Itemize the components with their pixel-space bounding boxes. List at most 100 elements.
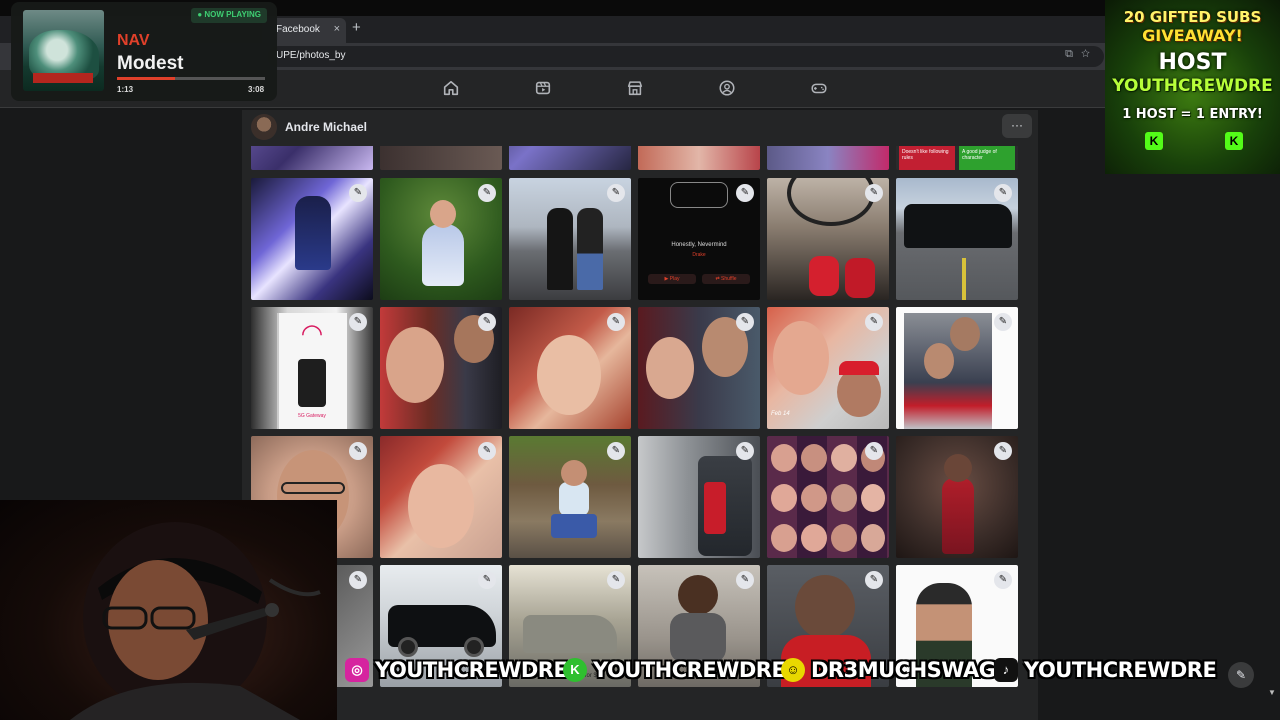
edit-photo-icon[interactable]: ✎ xyxy=(994,442,1012,460)
photo-thumbnail[interactable]: ✎ xyxy=(767,436,889,558)
edit-photo-icon[interactable]: ✎ xyxy=(607,313,625,331)
photo-thumbnail[interactable]: ✎ xyxy=(767,178,889,300)
track-elapsed: 1:13 xyxy=(117,85,134,94)
photo-thumbnail[interactable]: ✎ xyxy=(638,436,760,558)
kick-logo-icon: K xyxy=(1145,132,1163,150)
home-icon[interactable] xyxy=(442,79,462,99)
social-handle: YOUTHCREWDRE xyxy=(375,658,568,682)
url-text: UPE/photos_by xyxy=(276,50,346,61)
edit-photo-icon[interactable]: ✎ xyxy=(865,571,883,589)
giveaway-line-2: GIVEAWAY! xyxy=(1142,26,1243,45)
tab-title: Facebook xyxy=(276,24,320,35)
profile-name[interactable]: Andre Michael xyxy=(285,120,367,134)
instagram-icon: ◎ xyxy=(345,658,369,682)
song-title: Honestly, Nevermind xyxy=(671,242,727,248)
social-handle: YOUTHCREWDRE xyxy=(1024,658,1217,682)
edit-photo-icon[interactable]: ✎ xyxy=(736,571,754,589)
giveaway-line-4: YOUTHCREWDRE xyxy=(1112,76,1273,96)
marketplace-icon[interactable] xyxy=(626,79,646,99)
photo-thumbnail[interactable]: ✎ xyxy=(896,178,1018,300)
track-progress-fill xyxy=(117,77,175,80)
edit-photo-icon[interactable]: ✎ xyxy=(736,442,754,460)
gaming-icon[interactable] xyxy=(810,79,830,99)
photo-thumbnail[interactable]: ✎ xyxy=(638,307,760,429)
song-artist: Drake xyxy=(692,252,706,258)
photo-thumbnail[interactable]: ◠ 5G Gateway ✎ xyxy=(251,307,373,429)
bookmark-star-icon[interactable]: ☆ xyxy=(1081,48,1098,60)
photo-thumbnail[interactable] xyxy=(251,146,373,170)
giveaway-line-5: 1 HOST = 1 ENTRY! xyxy=(1122,107,1263,122)
photo-thumbnail[interactable] xyxy=(380,146,502,170)
tab-close-icon[interactable]: × xyxy=(334,23,340,35)
song-shuffle-label: ⇄ Shuffle xyxy=(702,274,750,284)
track-title: Modest xyxy=(117,53,184,74)
edit-photo-icon[interactable]: ✎ xyxy=(607,184,625,202)
photo-thumbnail[interactable]: ✎ xyxy=(509,436,631,558)
scroll-down-arrow-icon[interactable]: ▼ xyxy=(1268,688,1276,697)
url-input[interactable]: UPE/photos_by ⧉☆ xyxy=(268,46,1104,67)
photo-thumbnail[interactable]: ✎ xyxy=(380,178,502,300)
edit-photo-icon[interactable]: ✎ xyxy=(349,313,367,331)
edit-photo-icon[interactable]: ✎ xyxy=(478,571,496,589)
album-art xyxy=(23,10,104,91)
edit-photo-icon[interactable]: ✎ xyxy=(994,313,1012,331)
edit-photo-icon[interactable]: ✎ xyxy=(865,313,883,331)
photo-thumbnail[interactable] xyxy=(767,146,889,170)
edit-photo-icon[interactable]: ✎ xyxy=(349,442,367,460)
compose-message-button[interactable]: ✎ xyxy=(1228,662,1254,688)
photo-thumbnail[interactable]: ✎ xyxy=(896,436,1018,558)
webcam-overlay xyxy=(0,500,337,720)
edit-photo-icon[interactable]: ✎ xyxy=(736,184,754,202)
giveaway-banner: 20 GIFTED SUBS GIVEAWAY! HOST YOUTHCREWD… xyxy=(1105,0,1280,174)
photo-thumbnail[interactable] xyxy=(638,146,760,170)
edit-photo-icon[interactable]: ✎ xyxy=(736,313,754,331)
social-handle: DR3MUCHSWAG xyxy=(811,658,996,682)
groups-icon[interactable] xyxy=(718,79,738,99)
photo-thumbnail[interactable]: ✎ xyxy=(509,307,631,429)
track-duration: 3:08 xyxy=(248,85,265,94)
rules-left-label: Doesn't like following rules xyxy=(899,146,955,170)
track-artist: NAV xyxy=(117,32,150,49)
giveaway-line-3: HOST xyxy=(1158,50,1227,75)
new-tab-button[interactable]: + xyxy=(352,19,361,36)
kick-icon: K xyxy=(563,658,587,682)
photo-thumbnail[interactable]: Honestly, Nevermind Drake ▶ Play ⇄ Shuff… xyxy=(638,178,760,300)
edit-photo-icon[interactable]: ✎ xyxy=(349,184,367,202)
edit-photo-icon[interactable]: ✎ xyxy=(349,571,367,589)
photo-thumbnail[interactable]: Feb 14 ✎ xyxy=(767,307,889,429)
edit-photo-icon[interactable]: ✎ xyxy=(607,442,625,460)
photo-thumbnail[interactable]: Doesn't like following rules A good judg… xyxy=(896,146,1018,170)
song-play-label: ▶ Play xyxy=(648,274,696,284)
photo-thumbnail[interactable]: ✎ xyxy=(380,307,502,429)
profile-header: Andre Michael ··· xyxy=(242,110,1038,146)
photo-thumbnail[interactable]: ✎ xyxy=(380,436,502,558)
more-options-button[interactable]: ··· xyxy=(1002,114,1032,138)
snapchat-icon: ☺ xyxy=(781,658,805,682)
tiktok-icon: ♪ xyxy=(994,658,1018,682)
edit-photo-icon[interactable]: ✎ xyxy=(865,442,883,460)
photo-thumbnail[interactable]: ✎ xyxy=(509,178,631,300)
photo-thumbnail[interactable]: ✎ xyxy=(251,178,373,300)
edit-photo-icon[interactable]: ✎ xyxy=(994,571,1012,589)
omnibox-actions: ⧉☆ xyxy=(1065,48,1098,61)
photo-thumbnail[interactable] xyxy=(509,146,631,170)
edit-photo-icon[interactable]: ✎ xyxy=(478,442,496,460)
avatar[interactable] xyxy=(251,114,277,140)
now-playing-badge: ● NOW PLAYING xyxy=(191,8,267,23)
video-icon[interactable] xyxy=(534,79,554,99)
open-in-new-icon[interactable]: ⧉ xyxy=(1065,48,1081,60)
edit-photo-icon[interactable]: ✎ xyxy=(865,184,883,202)
photo-grid: Doesn't like following rules A good judg… xyxy=(242,146,1038,720)
kick-logo-icon: K xyxy=(1225,132,1243,150)
photo-thumbnail[interactable]: ✎ xyxy=(896,307,1018,429)
edit-photo-icon[interactable]: ✎ xyxy=(607,571,625,589)
social-handle: YOUTHCREWDRE xyxy=(593,658,786,682)
edit-photo-icon[interactable]: ✎ xyxy=(994,184,1012,202)
router-label: 5G Gateway xyxy=(298,413,326,419)
screen: Facebook × + UPE/photos_by ⧉☆ Andre Mich… xyxy=(0,0,1280,720)
edit-photo-icon[interactable]: ✎ xyxy=(478,313,496,331)
edit-photo-icon[interactable]: ✎ xyxy=(478,184,496,202)
rules-right-label: A good judge of character xyxy=(959,146,1015,170)
track-progress-bar xyxy=(117,77,265,80)
now-playing-widget: ● NOW PLAYING NAV Modest 1:13 3:08 xyxy=(11,2,277,101)
